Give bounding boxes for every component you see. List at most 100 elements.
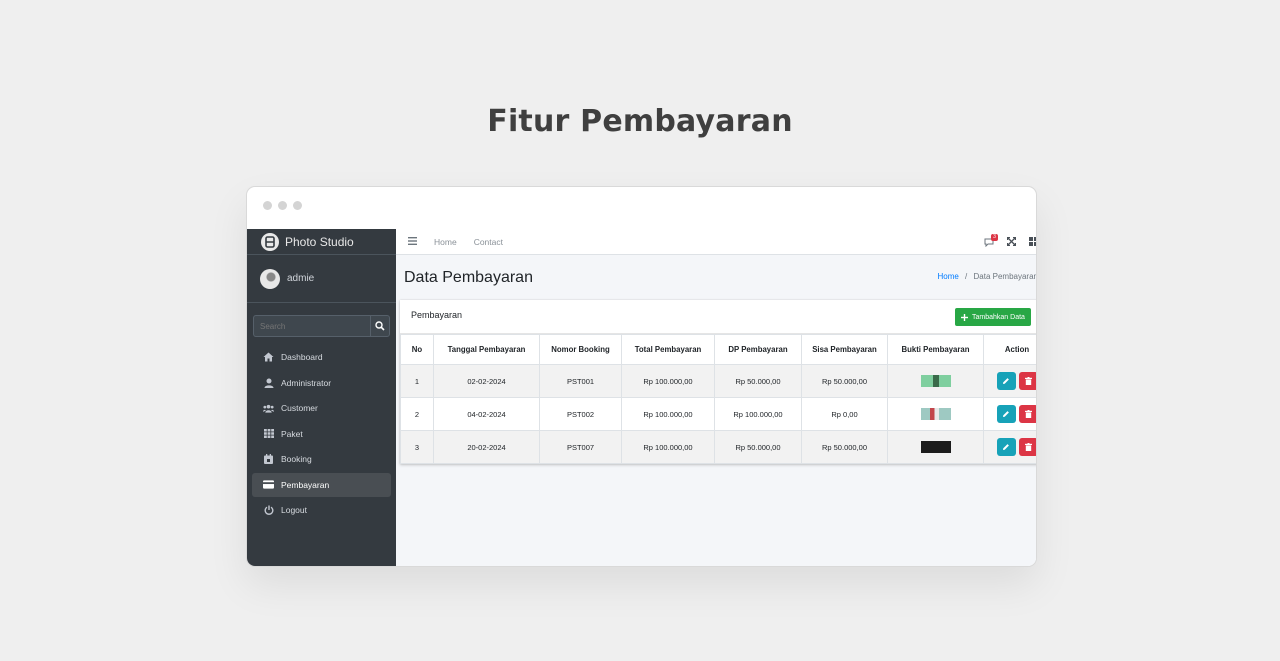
payment-proof-thumbnail[interactable] <box>920 408 951 420</box>
breadcrumb-home[interactable]: Home <box>937 272 958 281</box>
cell-proof <box>887 430 984 464</box>
sidebar-item-pembayaran[interactable]: Pembayaran <box>252 472 391 497</box>
sidebar-item-label: Customer <box>281 403 318 413</box>
delete-button[interactable] <box>1018 405 1036 423</box>
column-header: Tanggal Pembayaran <box>433 334 540 365</box>
pencil-icon <box>1003 411 1009 417</box>
calendar-icon <box>263 454 274 465</box>
grid-icon <box>263 428 274 439</box>
add-data-label: Tambahkan Data <box>972 313 1025 321</box>
delete-button[interactable] <box>1018 438 1036 456</box>
cell-action <box>983 430 1036 464</box>
sidebar-item-label: Dashboard <box>281 352 323 362</box>
notification-badge: 3 <box>991 233 998 241</box>
hamburger-icon[interactable] <box>408 236 417 247</box>
sidebar-item-label: Booking <box>281 454 312 464</box>
cell-date: 02-02-2024 <box>433 364 540 398</box>
cell-total: Rp 100.000,00 <box>621 430 715 464</box>
brand-link[interactable]: Photo Studio <box>247 229 396 255</box>
cell-total: Rp 100.000,00 <box>621 397 715 431</box>
column-header: Total Pembayaran <box>621 334 715 365</box>
user-panel[interactable]: admie <box>247 255 396 303</box>
breadcrumb-current: Data Pembayaran <box>973 272 1037 281</box>
sidebar-item-administrator[interactable]: Administrator <box>252 371 391 395</box>
column-header: Sisa Pembayaran <box>801 334 888 365</box>
cell-dp: Rp 100.000,00 <box>714 397 802 431</box>
nav-link-contact[interactable]: Contact <box>474 237 503 247</box>
control-sidebar-button[interactable] <box>1029 236 1036 248</box>
user-name: admie <box>287 273 315 284</box>
payment-card: Pembayaran Tambahkan Data No Tanggal Pem… <box>400 300 1036 464</box>
section-heading: Fitur Pembayaran <box>487 104 793 139</box>
cell-total: Rp 100.000,00 <box>621 364 715 398</box>
sidebar: Photo Studio admie Dashboard Administrat… <box>247 229 396 566</box>
sidebar-search <box>253 315 390 337</box>
expand-icon <box>1006 236 1017 246</box>
sidebar-item-dashboard[interactable]: Dashboard <box>252 345 391 369</box>
column-header: Action <box>983 334 1036 365</box>
column-header: DP Pembayaran <box>714 334 802 365</box>
cell-date: 04-02-2024 <box>433 397 540 431</box>
cell-sisa: Rp 50.000,00 <box>801 430 888 464</box>
top-navbar: Home Contact 3 <box>396 229 1036 255</box>
window-dot-maximize <box>293 201 302 210</box>
payment-proof-thumbnail[interactable] <box>920 375 951 387</box>
table-row: 1 02-02-2024 PST001 Rp 100.000,00 Rp 50.… <box>400 364 1036 398</box>
payment-table: No Tanggal Pembayaran Nomor Booking Tota… <box>400 334 1036 464</box>
cell-booking: PST002 <box>539 397 622 431</box>
plus-icon <box>961 313 968 321</box>
edit-button[interactable] <box>996 372 1016 390</box>
cell-sisa: Rp 50.000,00 <box>801 364 888 398</box>
sidebar-item-label: Paket <box>281 428 303 439</box>
table-row: 3 20-02-2024 PST007 Rp 100.000,00 Rp 50.… <box>400 430 1036 464</box>
edit-button[interactable] <box>996 438 1016 456</box>
breadcrumb-separator: / <box>965 272 968 281</box>
cell-booking: PST007 <box>539 430 622 464</box>
browser-window: Photo Studio admie Dashboard Administrat… <box>246 186 1037 567</box>
column-header: Bukti Pembayaran <box>887 334 984 365</box>
cell-action <box>983 364 1036 398</box>
sidebar-item-label: Logout <box>281 505 307 515</box>
home-icon <box>263 352 274 363</box>
sidebar-item-paket[interactable]: Paket <box>252 422 391 446</box>
main-content: Home Contact 3 Data Pembayaran Home / Da… <box>396 229 1037 566</box>
fullscreen-button[interactable] <box>1006 236 1017 248</box>
column-header: No <box>400 334 434 365</box>
cell-date: 20-02-2024 <box>433 430 540 464</box>
brand-logo-icon <box>261 232 279 251</box>
payment-proof-thumbnail[interactable] <box>920 441 951 453</box>
apps-icon <box>1029 236 1036 246</box>
window-dot-close <box>263 201 272 210</box>
table-header-row: No Tanggal Pembayaran Nomor Booking Tota… <box>400 334 1036 365</box>
delete-button[interactable] <box>1018 372 1036 390</box>
user-icon <box>263 377 274 388</box>
sidebar-search-input[interactable] <box>253 315 370 337</box>
edit-button[interactable] <box>996 405 1016 423</box>
avatar <box>260 268 280 289</box>
credit-card-icon <box>263 479 274 490</box>
pencil-icon <box>1003 378 1009 384</box>
sidebar-item-label: Administrator <box>281 377 332 388</box>
card-header: Pembayaran Tambahkan Data <box>400 300 1036 334</box>
sidebar-item-logout[interactable]: Logout <box>252 498 391 522</box>
add-data-button[interactable]: Tambahkan Data <box>955 308 1031 326</box>
messages-button[interactable]: 3 <box>984 233 998 247</box>
navbar-right: 3 <box>984 229 1036 255</box>
cell-dp: Rp 50.000,00 <box>714 430 802 464</box>
card-title: Pembayaran <box>411 310 463 320</box>
sidebar-item-customer[interactable]: Customer <box>252 396 391 420</box>
users-icon <box>263 403 274 414</box>
admin-app: Photo Studio admie Dashboard Administrat… <box>247 229 1037 566</box>
nav-link-home[interactable]: Home <box>434 237 457 247</box>
cell-action <box>983 397 1036 431</box>
brand-name: Photo Studio <box>285 234 354 249</box>
cell-sisa: Rp 0,00 <box>801 397 888 431</box>
cell-no: 1 <box>400 364 434 398</box>
cell-booking: PST001 <box>539 364 622 398</box>
cell-no: 3 <box>400 430 434 464</box>
power-icon <box>263 505 274 516</box>
sidebar-item-booking[interactable]: Booking <box>252 447 391 471</box>
sidebar-search-button[interactable] <box>370 315 390 337</box>
sidebar-item-label: Pembayaran <box>281 479 330 490</box>
breadcrumb: Home / Data Pembayaran <box>937 272 1037 281</box>
